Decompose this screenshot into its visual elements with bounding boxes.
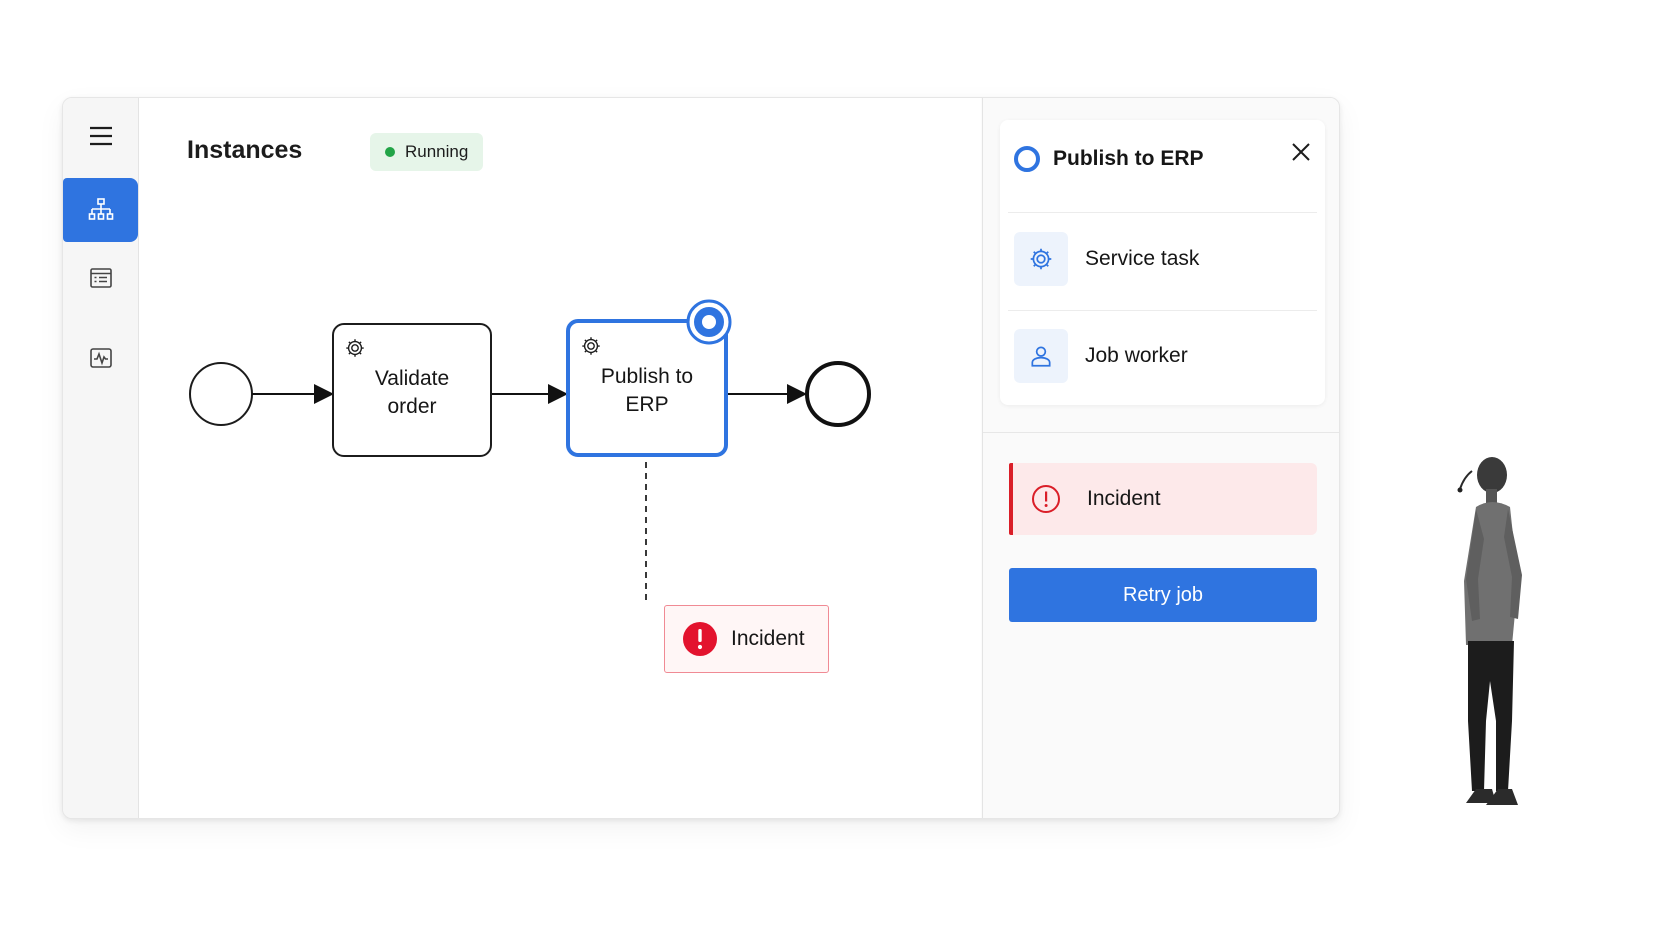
incident-alert-label: Incident bbox=[1087, 487, 1161, 510]
person-figure bbox=[1457, 457, 1522, 805]
sidebar-item-processes[interactable] bbox=[63, 178, 138, 242]
divider bbox=[1008, 212, 1317, 213]
activity-icon bbox=[89, 348, 112, 368]
task-type-label: Service task bbox=[1085, 247, 1200, 270]
menu-button[interactable] bbox=[63, 104, 138, 168]
incident-label: Incident bbox=[731, 627, 805, 650]
start-event[interactable] bbox=[189, 362, 253, 426]
task-label: Publish to ERP bbox=[600, 365, 694, 416]
sidebar bbox=[63, 98, 139, 818]
gear-icon bbox=[346, 339, 364, 357]
status-ring-icon bbox=[1014, 146, 1040, 172]
bpmn-diagram bbox=[189, 361, 871, 603]
active-token-icon bbox=[686, 299, 732, 345]
warning-icon bbox=[1032, 485, 1060, 513]
element-details-card: Publish to ERP Service task Job worker bbox=[1000, 120, 1325, 405]
gear-icon bbox=[582, 337, 600, 355]
job-worker-label: Job worker bbox=[1085, 344, 1188, 367]
sidebar-item-instances[interactable] bbox=[63, 246, 138, 310]
sidebar-item-monitoring[interactable] bbox=[63, 326, 138, 390]
menu-icon bbox=[89, 126, 112, 146]
list-icon bbox=[89, 268, 112, 288]
details-panel: Publish to ERP Service task Job worker I… bbox=[982, 98, 1339, 818]
panel-header: Publish to ERP bbox=[1014, 146, 1204, 172]
gear-icon bbox=[1014, 232, 1068, 286]
incident-icon bbox=[683, 622, 717, 656]
close-icon[interactable] bbox=[1291, 142, 1311, 162]
incident-alert: Incident bbox=[1009, 463, 1317, 535]
task-label: Validate order bbox=[374, 367, 450, 418]
divider bbox=[1008, 310, 1317, 311]
panel-title: Publish to ERP bbox=[1053, 147, 1204, 170]
job-worker-row: Job worker bbox=[1014, 329, 1188, 383]
divider bbox=[983, 432, 1339, 433]
process-diagram-icon bbox=[88, 198, 113, 220]
incident-marker[interactable]: Incident bbox=[664, 605, 829, 673]
user-icon bbox=[1014, 329, 1068, 383]
end-event[interactable] bbox=[805, 361, 871, 427]
task-type-row: Service task bbox=[1014, 232, 1199, 286]
app-window: Instances Running Validate order Publish… bbox=[62, 97, 1340, 819]
task-validate-order[interactable]: Validate order bbox=[332, 323, 492, 457]
retry-job-button[interactable]: Retry job bbox=[1009, 568, 1317, 622]
main-area: Instances Running Validate order Publish… bbox=[139, 98, 981, 818]
